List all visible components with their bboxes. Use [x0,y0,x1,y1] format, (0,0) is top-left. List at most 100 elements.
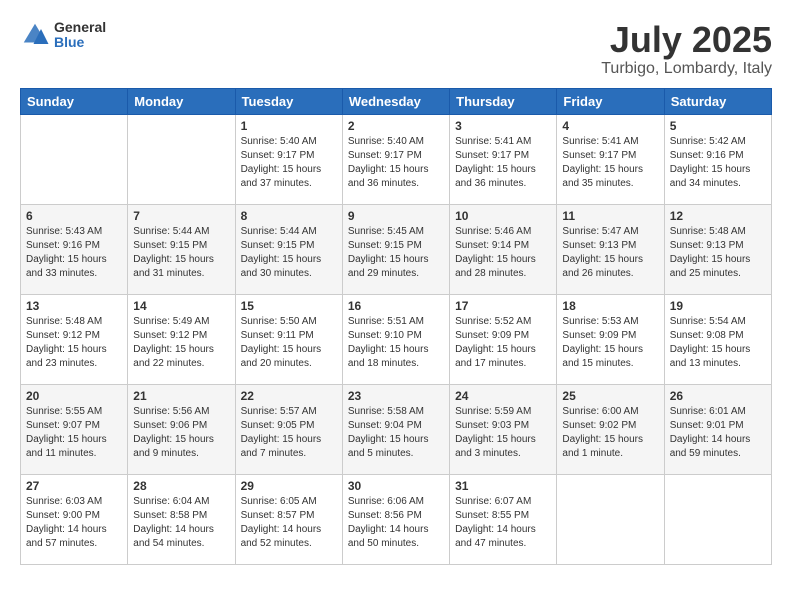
calendar-cell: 15 Sunrise: 5:50 AM Sunset: 9:11 PM Dayli… [235,294,342,384]
day-detail: Sunrise: 5:48 AM Sunset: 9:13 PM Dayligh… [670,225,766,281]
day-number: 31 [455,479,551,493]
day-detail: Sunrise: 5:57 AM Sunset: 9:05 PM Dayligh… [241,405,337,461]
calendar-cell: 10Sunrise: 5:46 AM Sunset: 9:14 PM Dayli… [450,204,557,294]
month-title: July 2025 [601,20,772,60]
day-number: 10 [455,209,551,223]
day-number: 7 [133,209,229,223]
day-number: 30 [348,479,444,493]
calendar-week-row: 6Sunrise: 5:43 AM Sunset: 9:16 PM Daylig… [21,204,772,294]
day-number: 25 [562,389,658,403]
day-number: 16 [348,299,444,313]
weekday-header: Monday [128,88,235,114]
calendar-cell: 14 Sunrise: 5:49 AM Sunset: 9:12 PM Dayli… [128,294,235,384]
day-number: 22 [241,389,337,403]
day-number: 14 [133,299,229,313]
weekday-header: Thursday [450,88,557,114]
calendar-cell: 28 Sunrise: 6:04 AM Sunset: 8:58 PM Dayli… [128,474,235,564]
day-detail: Sunrise: 5:53 AM Sunset: 9:09 PM Dayligh… [562,315,658,371]
day-number: 18 [562,299,658,313]
day-detail: Sunrise: 5:55 AM Sunset: 9:07 PM Dayligh… [26,405,122,461]
day-detail: Sunrise: 5:40 AM Sunset: 9:17 PM Dayligh… [348,135,444,191]
day-detail: Sunrise: 6:00 AM Sunset: 9:02 PM Dayligh… [562,405,658,461]
day-detail: Sunrise: 5:43 AM Sunset: 9:16 PM Dayligh… [26,225,122,281]
day-detail: Sunrise: 6:01 AM Sunset: 9:01 PM Dayligh… [670,405,766,461]
calendar-cell: 17 Sunrise: 5:52 AM Sunset: 9:09 PM Dayli… [450,294,557,384]
calendar-cell: 18 Sunrise: 5:53 AM Sunset: 9:09 PM Dayli… [557,294,664,384]
calendar-cell: 19 Sunrise: 5:54 AM Sunset: 9:08 PM Dayli… [664,294,771,384]
day-number: 9 [348,209,444,223]
weekday-header: Wednesday [342,88,449,114]
day-number: 17 [455,299,551,313]
day-detail: Sunrise: 5:51 AM Sunset: 9:10 PM Dayligh… [348,315,444,371]
calendar-cell: 12 Sunrise: 5:48 AM Sunset: 9:13 PM Dayli… [664,204,771,294]
day-detail: Sunrise: 5:54 AM Sunset: 9:08 PM Dayligh… [670,315,766,371]
day-detail: Sunrise: 5:49 AM Sunset: 9:12 PM Dayligh… [133,315,229,371]
weekday-header-row: SundayMondayTuesdayWednesdayThursdayFrid… [21,88,772,114]
day-number: 29 [241,479,337,493]
calendar-week-row: 1 Sunrise: 5:40 AM Sunset: 9:17 PM Daylig… [21,114,772,204]
day-number: 23 [348,389,444,403]
calendar-cell: 16 Sunrise: 5:51 AM Sunset: 9:10 PM Dayli… [342,294,449,384]
logo-text: General Blue [54,20,106,51]
day-detail: Sunrise: 5:50 AM Sunset: 9:11 PM Dayligh… [241,315,337,371]
day-detail: Sunrise: 6:05 AM Sunset: 8:57 PM Dayligh… [241,495,337,551]
day-detail: Sunrise: 5:47 AM Sunset: 9:13 PM Dayligh… [562,225,658,281]
calendar: SundayMondayTuesdayWednesdayThursdayFrid… [20,88,772,565]
calendar-cell: 8 Sunrise: 5:44 AM Sunset: 9:15 PM Daylig… [235,204,342,294]
day-detail: Sunrise: 5:52 AM Sunset: 9:09 PM Dayligh… [455,315,551,371]
calendar-cell: 24 Sunrise: 5:59 AM Sunset: 9:03 PM Dayli… [450,384,557,474]
day-number: 1 [241,119,337,133]
calendar-cell: 31Sunrise: 6:07 AM Sunset: 8:55 PM Dayli… [450,474,557,564]
day-detail: Sunrise: 5:56 AM Sunset: 9:06 PM Dayligh… [133,405,229,461]
day-detail: Sunrise: 6:06 AM Sunset: 8:56 PM Dayligh… [348,495,444,551]
day-detail: Sunrise: 5:44 AM Sunset: 9:15 PM Dayligh… [241,225,337,281]
calendar-cell: 4 Sunrise: 5:41 AM Sunset: 9:17 PM Daylig… [557,114,664,204]
day-detail: Sunrise: 5:58 AM Sunset: 9:04 PM Dayligh… [348,405,444,461]
day-number: 21 [133,389,229,403]
day-number: 5 [670,119,766,133]
day-number: 8 [241,209,337,223]
day-number: 3 [455,119,551,133]
calendar-cell: 25 Sunrise: 6:00 AM Sunset: 9:02 PM Dayli… [557,384,664,474]
calendar-cell: 11Sunrise: 5:47 AM Sunset: 9:13 PM Dayli… [557,204,664,294]
calendar-cell: 23 Sunrise: 5:58 AM Sunset: 9:04 PM Dayli… [342,384,449,474]
weekday-header: Tuesday [235,88,342,114]
calendar-cell: 20Sunrise: 5:55 AM Sunset: 9:07 PM Dayli… [21,384,128,474]
logo-icon [20,20,50,50]
day-detail: Sunrise: 6:04 AM Sunset: 8:58 PM Dayligh… [133,495,229,551]
weekday-header: Friday [557,88,664,114]
day-detail: Sunrise: 5:59 AM Sunset: 9:03 PM Dayligh… [455,405,551,461]
calendar-cell: 9Sunrise: 5:45 AM Sunset: 9:15 PM Daylig… [342,204,449,294]
day-number: 24 [455,389,551,403]
day-number: 4 [562,119,658,133]
weekday-header: Saturday [664,88,771,114]
day-number: 28 [133,479,229,493]
day-detail: Sunrise: 5:40 AM Sunset: 9:17 PM Dayligh… [241,135,337,191]
calendar-cell: 29 Sunrise: 6:05 AM Sunset: 8:57 PM Dayli… [235,474,342,564]
day-number: 15 [241,299,337,313]
title-block: July 2025 Turbigo, Lombardy, Italy [601,20,772,78]
calendar-cell: 21 Sunrise: 5:56 AM Sunset: 9:06 PM Dayli… [128,384,235,474]
logo-general: General [54,20,106,35]
calendar-cell: 2 Sunrise: 5:40 AM Sunset: 9:17 PM Daylig… [342,114,449,204]
weekday-header: Sunday [21,88,128,114]
calendar-cell: 1 Sunrise: 5:40 AM Sunset: 9:17 PM Daylig… [235,114,342,204]
day-detail: Sunrise: 5:41 AM Sunset: 9:17 PM Dayligh… [562,135,658,191]
calendar-cell [664,474,771,564]
calendar-cell: 3 Sunrise: 5:41 AM Sunset: 9:17 PM Daylig… [450,114,557,204]
day-number: 2 [348,119,444,133]
location: Turbigo, Lombardy, Italy [601,60,772,78]
day-number: 19 [670,299,766,313]
day-detail: Sunrise: 5:41 AM Sunset: 9:17 PM Dayligh… [455,135,551,191]
logo: General Blue [20,20,106,51]
calendar-cell [21,114,128,204]
day-detail: Sunrise: 6:03 AM Sunset: 9:00 PM Dayligh… [26,495,122,551]
day-number: 12 [670,209,766,223]
day-detail: Sunrise: 5:42 AM Sunset: 9:16 PM Dayligh… [670,135,766,191]
calendar-week-row: 27Sunrise: 6:03 AM Sunset: 9:00 PM Dayli… [21,474,772,564]
day-detail: Sunrise: 5:44 AM Sunset: 9:15 PM Dayligh… [133,225,229,281]
calendar-cell: 27Sunrise: 6:03 AM Sunset: 9:00 PM Dayli… [21,474,128,564]
calendar-week-row: 13Sunrise: 5:48 AM Sunset: 9:12 PM Dayli… [21,294,772,384]
calendar-cell [557,474,664,564]
calendar-cell: 30 Sunrise: 6:06 AM Sunset: 8:56 PM Dayli… [342,474,449,564]
